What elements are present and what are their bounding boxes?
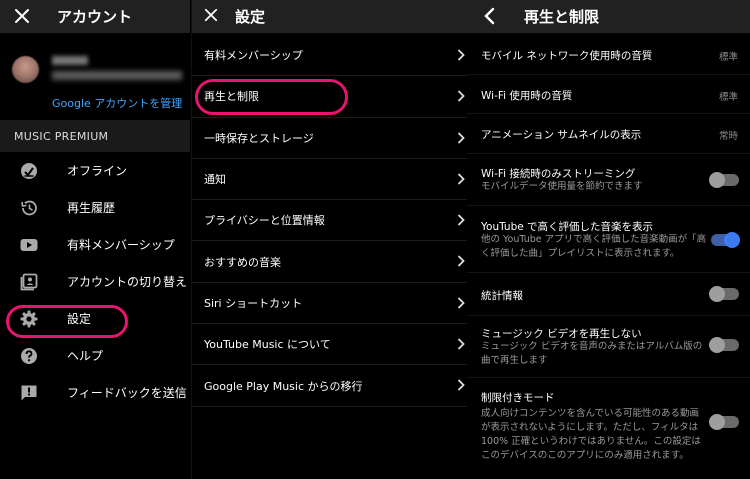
- pref-wifi-quality[interactable]: Wi-Fi 使用時の音質 標準: [467, 75, 750, 114]
- settings-item-siri-shortcuts[interactable]: Siri ショートカット: [192, 283, 475, 325]
- chevron-right-icon: [457, 297, 465, 309]
- menu-item-history[interactable]: 再生履歴: [0, 189, 190, 226]
- youtube-icon: [19, 235, 39, 255]
- menu-item-label: オフライン: [67, 164, 128, 178]
- settings-title: 設定: [235, 8, 266, 26]
- settings-item-recommended-music[interactable]: おすすめの音楽: [192, 241, 475, 283]
- pref-value: 標準: [718, 92, 738, 103]
- no-music-video-toggle[interactable]: [709, 337, 739, 353]
- settings-item-about[interactable]: YouTube Music について: [192, 324, 475, 366]
- settings-item-label: YouTube Music について: [204, 338, 331, 352]
- settings-item-privacy[interactable]: プライバシーと位置情報: [192, 200, 475, 242]
- restricted-mode-toggle[interactable]: [709, 414, 739, 430]
- menu-item-label: 再生履歴: [67, 201, 116, 215]
- settings-item-storage[interactable]: 一時保存とストレージ: [192, 118, 475, 159]
- menu-item-label: アカウントの切り替え: [67, 275, 188, 289]
- history-icon: [19, 198, 39, 218]
- menu-item-offline[interactable]: オフライン: [0, 152, 190, 189]
- pref-label: ミュージック ビデオを再生しない: [481, 328, 642, 340]
- account-menu: オフライン 再生履歴 有料メンバーシップ アカウントの切り替え 設定 ヘルプ フ…: [0, 152, 190, 411]
- settings-highlight-ring: [6, 305, 128, 338]
- pref-desc-line: 曲で再生します: [481, 355, 548, 366]
- pref-label: 統計情報: [481, 290, 523, 302]
- settings-item-label: Siri ショートカット: [204, 296, 303, 310]
- back-arrow-icon[interactable]: [483, 7, 495, 25]
- pref-no-music-video: ミュージック ビデオを再生しない ミュージック ビデオを音声のみまたはアルバム版…: [467, 316, 750, 378]
- pref-desc-line: 100% 正確というわけではありません。この設定は: [481, 436, 701, 447]
- account-name-blurred: [52, 56, 88, 65]
- pref-restricted-mode: 制限付きモード 成人向けコンテンツを含んでいる可能性のある動画 が表示されないよ…: [467, 378, 750, 479]
- menu-item-label: ヘルプ: [67, 349, 104, 363]
- settings-item-label: プライバシーと位置情報: [204, 214, 325, 228]
- menu-item-feedback[interactable]: フィードバックを送信: [0, 374, 190, 411]
- pref-label: アニメーション サムネイルの表示: [481, 129, 642, 141]
- stats-toggle[interactable]: [709, 286, 739, 302]
- wifi-only-toggle[interactable]: [709, 172, 739, 188]
- feedback-icon: [19, 383, 39, 403]
- pref-desc-line: が表示されないようにします。ただし、フィルタは: [481, 422, 699, 433]
- pref-label: Wi-Fi 使用時の音質: [481, 90, 573, 102]
- pref-label: Wi-Fi 接続時のみストリーミング: [481, 168, 636, 180]
- pref-desc-line: このデバイスのこのアプリにのみ適用されます。: [481, 450, 689, 461]
- pref-value: 標準: [718, 52, 738, 63]
- settings-item-notifications[interactable]: 通知: [192, 159, 475, 201]
- settings-item-label: 一時保存とストレージ: [204, 131, 314, 145]
- manage-google-account-link[interactable]: Google アカウントを管理: [52, 95, 182, 111]
- close-icon[interactable]: [14, 8, 30, 24]
- settings-header: 設定: [192, 0, 475, 33]
- pref-label: モバイル ネットワーク使用時の音質: [481, 50, 653, 62]
- account-header: アカウント: [0, 0, 190, 33]
- pref-mobile-quality[interactable]: モバイル ネットワーク使用時の音質 標準: [467, 35, 750, 75]
- pref-value: 常時: [718, 131, 738, 142]
- settings-item-migration[interactable]: Google Play Music からの移行: [192, 365, 475, 407]
- pref-show-liked-music: YouTube で高く評価した音楽を表示 他の YouTube アプリで高く評価…: [467, 206, 750, 273]
- pref-desc-line: く評価した曲」プレイリストに表示されます。: [481, 248, 680, 259]
- offline-icon: [19, 161, 39, 181]
- avatar[interactable]: [12, 56, 39, 83]
- settings-item-label: 通知: [204, 173, 226, 187]
- pref-desc: モバイルデータ使用量を節約できます: [481, 181, 643, 192]
- account-info: Google アカウントを管理: [0, 44, 190, 118]
- account-panel: アカウント Google アカウントを管理 MUSIC PREMIUM オフライ…: [0, 0, 190, 479]
- help-icon: [19, 346, 39, 366]
- chevron-right-icon: [457, 131, 465, 144]
- chevron-right-icon: [457, 90, 465, 102]
- chevron-right-icon: [457, 173, 465, 185]
- settings-panel: 設定 有料メンバーシップ 再生と制限 一時保存とストレージ 通知 プライバシーと…: [191, 0, 475, 479]
- settings-item-label: おすすめの音楽: [204, 255, 281, 269]
- chevron-right-icon: [457, 214, 465, 226]
- playback-header: 再生と制限: [467, 0, 750, 33]
- chevron-right-icon: [457, 49, 465, 61]
- pref-label: YouTube で高く評価した音楽を表示: [481, 221, 654, 233]
- account-email-blurred: [52, 71, 182, 80]
- playback-highlight-ring: [195, 79, 348, 115]
- close-icon[interactable]: [204, 8, 218, 22]
- account-title: アカウント: [57, 8, 133, 26]
- menu-item-label: 有料メンバーシップ: [67, 238, 175, 252]
- chevron-right-icon: [457, 379, 465, 392]
- chevron-right-icon: [457, 255, 465, 268]
- playback-title: 再生と制限: [524, 8, 600, 26]
- pref-stats: 統計情報: [467, 273, 750, 316]
- settings-item-membership[interactable]: 有料メンバーシップ: [192, 35, 475, 77]
- pref-wifi-only-streaming: Wi-Fi 接続時のみストリーミング モバイルデータ使用量を節約できます: [467, 154, 750, 206]
- chevron-right-icon: [457, 338, 465, 350]
- menu-item-membership[interactable]: 有料メンバーシップ: [0, 226, 190, 263]
- liked-music-toggle[interactable]: [711, 232, 740, 248]
- settings-item-label: 有料メンバーシップ: [204, 49, 303, 63]
- switch-account-icon: [19, 272, 39, 292]
- menu-item-switch-account[interactable]: アカウントの切り替え: [0, 263, 190, 300]
- music-premium-section-label: MUSIC PREMIUM: [0, 120, 190, 152]
- menu-item-help[interactable]: ヘルプ: [0, 337, 190, 374]
- settings-item-label: Google Play Music からの移行: [204, 379, 363, 393]
- menu-item-label: フィードバックを送信: [67, 386, 187, 400]
- playback-panel: 再生と制限 モバイル ネットワーク使用時の音質 標準 Wi-Fi 使用時の音質 …: [467, 0, 750, 479]
- pref-desc-line: ミュージック ビデオを音声のみまたはアルバム版の: [481, 341, 703, 352]
- pref-desc-line: 成人向けコンテンツを含んでいる可能性のある動画: [481, 408, 700, 419]
- pref-animated-thumbnails[interactable]: アニメーション サムネイルの表示 常時: [467, 114, 750, 154]
- pref-label: 制限付きモード: [481, 392, 555, 404]
- pref-desc-line: 他の YouTube アプリで高く評価した音楽動画が「高: [481, 234, 707, 245]
